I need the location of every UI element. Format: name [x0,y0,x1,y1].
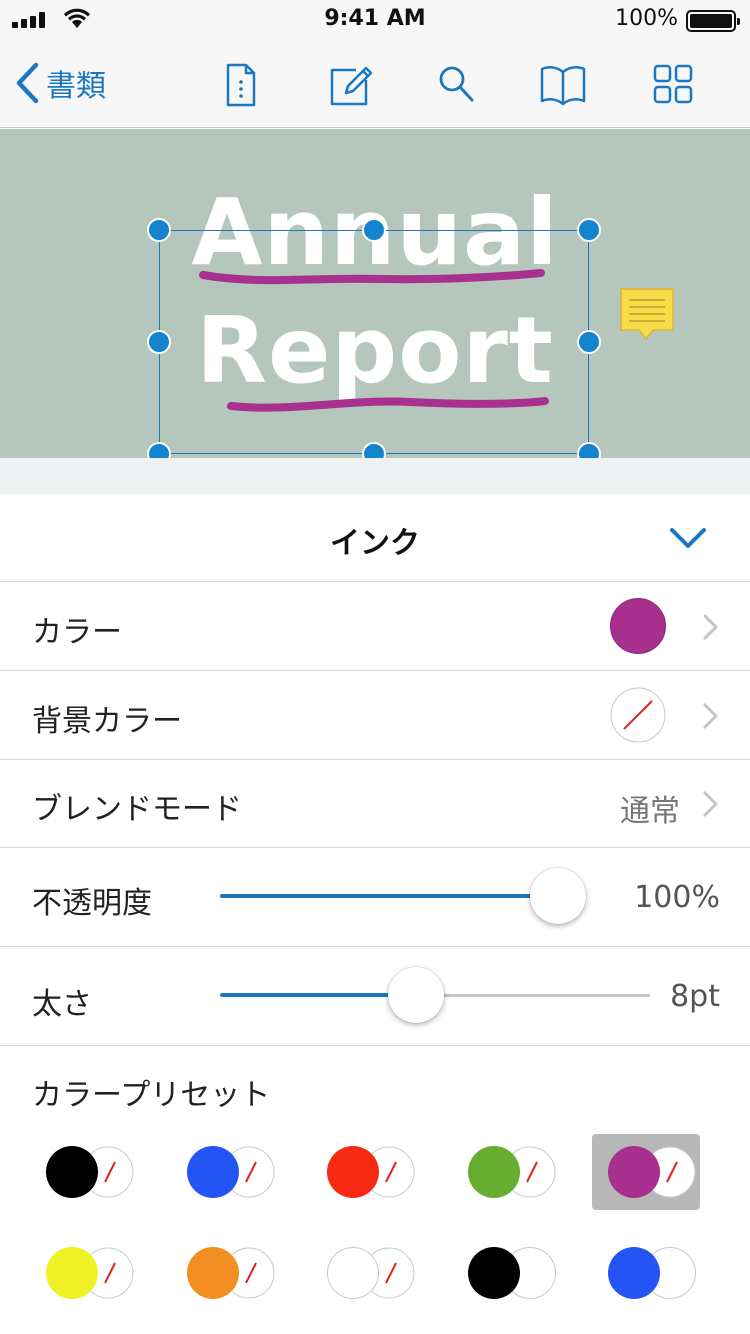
preset-foreground-swatch [187,1247,239,1299]
color-preset[interactable] [311,1235,419,1311]
color-preset[interactable] [171,1134,279,1210]
note-comment-icon[interactable] [617,286,677,348]
thickness-slider[interactable] [220,967,650,1023]
opacity-label: 不透明度 [32,886,152,921]
chevron-left-icon [16,62,39,104]
no-color-swatch-icon[interactable] [610,687,666,743]
selection-box [159,230,589,454]
color-preset[interactable] [30,1235,138,1311]
resize-handle-top-right[interactable] [577,218,601,242]
background-color-row[interactable]: 背景カラー [0,671,750,760]
color-preset[interactable] [171,1235,279,1311]
document-page-gap [0,458,750,494]
thickness-label: 太さ [32,987,92,1022]
opacity-slider-fill [220,894,558,898]
color-row[interactable]: カラー [0,583,750,671]
edit-annotation-icon[interactable] [326,60,376,110]
book-icon[interactable] [538,60,588,110]
thickness-slider-fill [220,993,416,997]
blend-mode-label: ブレンドモード [32,792,242,827]
color-preset[interactable] [452,1134,560,1210]
preset-foreground-swatch [468,1146,520,1198]
thickness-value: 8pt [670,979,720,1014]
preset-foreground-swatch [46,1146,98,1198]
resize-handle-top[interactable] [362,218,386,242]
color-preset[interactable] [311,1134,419,1210]
status-bar: 9:41 AM 100% [0,0,750,40]
battery-percent: 100% [615,6,678,31]
thickness-row: 太さ 8pt [0,947,750,1046]
battery-icon [686,10,740,32]
document-info-icon[interactable] [216,60,266,110]
navigation-bar: 書類 [0,40,750,128]
opacity-value: 100% [634,880,720,915]
opacity-slider[interactable] [220,868,586,924]
preset-foreground-swatch [608,1146,660,1198]
back-label: 書類 [46,69,106,104]
preset-foreground-swatch [468,1247,520,1299]
chevron-down-icon[interactable] [666,520,710,556]
resize-handle-left[interactable] [147,330,171,354]
document-page[interactable]: Annual Report [0,129,750,466]
chevron-right-icon [703,791,718,817]
inspector-header: インク [0,494,750,582]
thumbnail-grid-icon[interactable] [648,60,698,110]
preset-foreground-swatch [608,1247,660,1299]
chevron-right-icon [703,703,718,729]
preset-foreground-swatch [46,1247,98,1299]
color-preset[interactable] [592,1235,700,1311]
background-color-label: 背景カラー [32,704,182,739]
preset-foreground-swatch [187,1146,239,1198]
resize-handle-top-left[interactable] [147,218,171,242]
resize-handle-right[interactable] [577,330,601,354]
thickness-slider-thumb[interactable] [388,967,444,1023]
color-label: カラー [32,615,122,650]
color-swatch[interactable] [610,598,666,654]
back-button[interactable]: 書類 [14,58,106,108]
chevron-right-icon [703,614,718,640]
color-presets-label: カラープリセット [32,1078,271,1113]
inspector-title: インク [330,526,420,561]
blend-mode-row[interactable]: ブレンドモード 通常 [0,760,750,848]
color-preset[interactable] [30,1134,138,1210]
blend-mode-value: 通常 [620,794,680,829]
preset-foreground-swatch [327,1247,379,1299]
preset-foreground-swatch [327,1146,379,1198]
opacity-slider-thumb[interactable] [530,868,586,924]
search-icon[interactable] [432,60,482,110]
color-preset[interactable] [452,1235,560,1311]
opacity-row: 不透明度 100% [0,848,750,947]
color-preset[interactable] [592,1134,700,1210]
